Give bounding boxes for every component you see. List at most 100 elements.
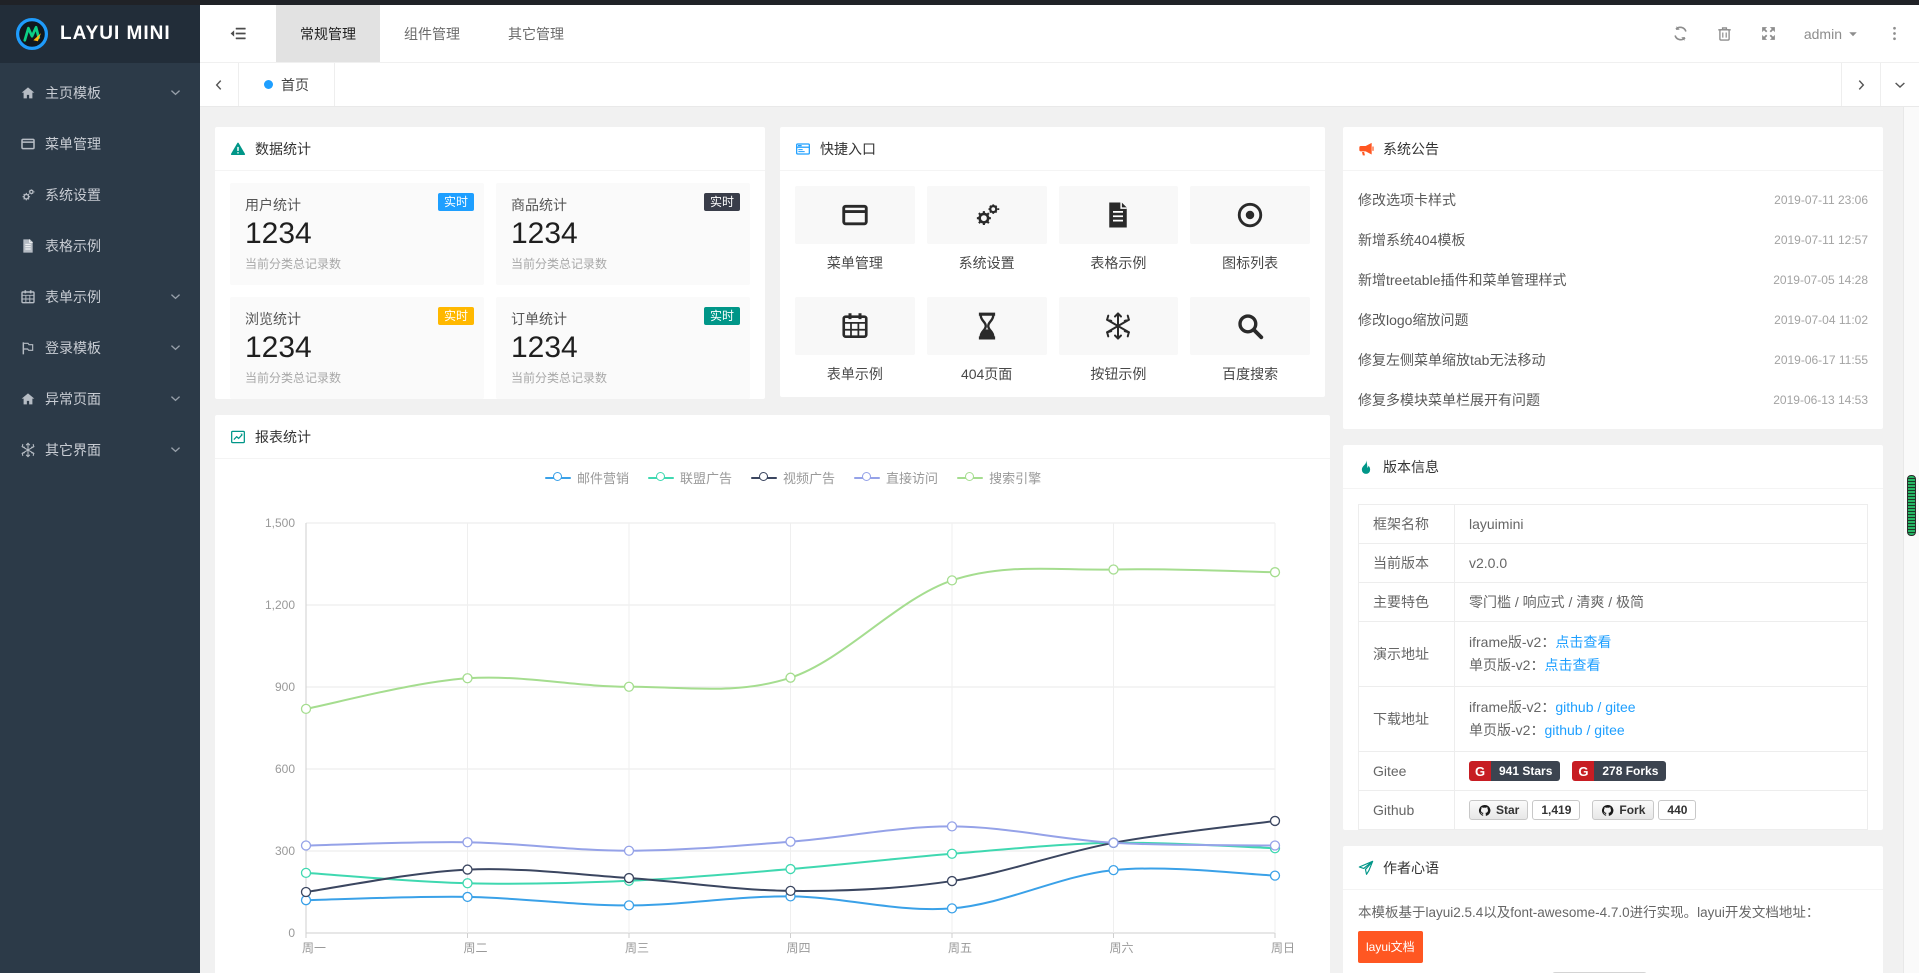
more-vertical-icon[interactable] bbox=[1886, 25, 1903, 42]
version-row-6: GiteeG941 StarsG278 Forks bbox=[1359, 752, 1868, 791]
version-link[interactable]: gitee bbox=[1605, 699, 1635, 715]
collapse-sidebar-button[interactable] bbox=[200, 5, 276, 62]
quick-entry-1[interactable]: 菜单管理 bbox=[795, 186, 915, 273]
announcement-row-5[interactable]: 修复左侧菜单缩放tab无法移动 2019-06-17 11:55 bbox=[1358, 340, 1868, 380]
legend-marker bbox=[648, 472, 674, 483]
announcement-title: 修复左侧菜单缩放tab无法移动 bbox=[1358, 350, 1545, 370]
stat-card-2[interactable]: 商品统计1234当前分类总记录数实时 bbox=[496, 183, 750, 285]
announcement-row-3[interactable]: 新增treetable插件和菜单管理样式2019-07-05 14:28 bbox=[1358, 260, 1868, 300]
announcement-time: 2019-06-17 11:55 bbox=[1774, 353, 1868, 367]
version-link[interactable]: github bbox=[1555, 699, 1593, 715]
sidebar-item-label: 异常页面 bbox=[45, 389, 169, 409]
quick-entry-icon-box bbox=[1059, 186, 1179, 244]
announcement-row-2[interactable]: 新增系统404模板2019-07-11 12:57 bbox=[1358, 220, 1868, 260]
sidebar-item-8[interactable]: 其它界面 bbox=[0, 424, 200, 475]
gitee-shield-badge[interactable]: G278 Forks bbox=[1572, 761, 1666, 781]
announcement-row-4[interactable]: 修改logo缩放问题2019-07-04 11:02 bbox=[1358, 300, 1868, 340]
tabs-menu-button[interactable] bbox=[1880, 63, 1919, 106]
svg-text:600: 600 bbox=[275, 762, 295, 776]
stat-card-3[interactable]: 浏览统计1234当前分类总记录数实时 bbox=[230, 297, 484, 399]
hourglass-icon bbox=[972, 311, 1002, 341]
version-row-3: 主要特色零门槛 / 响应式 / 清爽 / 极简 bbox=[1359, 583, 1868, 622]
sidebar-item-2[interactable]: 菜单管理 bbox=[0, 118, 200, 169]
warning-triangle-icon bbox=[230, 141, 246, 157]
svg-text:300: 300 bbox=[275, 844, 295, 858]
announcement-row-6[interactable]: 修复多模块菜单栏展开有问题2019-06-13 14:53 bbox=[1358, 380, 1868, 420]
version-link[interactable]: 点击查看 bbox=[1555, 634, 1611, 650]
page-tabbar: 首页 bbox=[200, 63, 1919, 107]
chevron-down-icon bbox=[169, 392, 182, 405]
sidebar-menu: 主页模板菜单管理系统设置表格示例表单示例登录模板异常页面其它界面 bbox=[0, 63, 200, 475]
quick-entry-icon-box bbox=[795, 186, 915, 244]
quick-entry-7[interactable]: 按钮示例 bbox=[1059, 297, 1179, 384]
version-link[interactable]: gitee bbox=[1594, 722, 1624, 738]
author-note-body: 本模板基于layui2.5.4以及font-awesome-4.7.0进行实现。… bbox=[1343, 890, 1883, 973]
quick-entry-5[interactable]: 表单示例 bbox=[795, 297, 915, 384]
github-fork-count[interactable]: 440 bbox=[1658, 800, 1696, 820]
stat-card-4[interactable]: 订单统计1234当前分类总记录数实时 bbox=[496, 297, 750, 399]
refresh-icon[interactable] bbox=[1672, 25, 1689, 42]
announcement-row-1[interactable]: 修改选项卡样式2019-07-11 23:06 bbox=[1358, 180, 1868, 220]
chevron-left-icon bbox=[212, 78, 226, 92]
fullscreen-icon[interactable] bbox=[1760, 25, 1777, 42]
svg-text:900: 900 bbox=[275, 680, 295, 694]
gitee-shield-badge[interactable]: G941 Stars bbox=[1469, 761, 1560, 781]
quick-entry-label: 系统设置 bbox=[927, 253, 1047, 273]
quick-entry-3[interactable]: 表格示例 bbox=[1059, 186, 1179, 273]
page-scrollbar-track[interactable] bbox=[1903, 107, 1919, 973]
version-line-prefix: iframe版-v2： bbox=[1469, 634, 1555, 650]
legend-item-4[interactable]: 直接访问 bbox=[854, 468, 938, 487]
file-icon bbox=[20, 238, 36, 254]
panel-report-chart: 报表统计 邮件营销联盟广告视频广告直接访问搜索引擎 03006009001,20… bbox=[215, 415, 1330, 973]
quick-entry-label: 表格示例 bbox=[1059, 253, 1179, 273]
right-column: 系统公告 修改选项卡样式2019-07-11 23:06新增系统404模板201… bbox=[1343, 127, 1883, 973]
legend-item-1[interactable]: 邮件营销 bbox=[545, 468, 629, 487]
announcement-time: 2019-07-11 23:06 bbox=[1774, 193, 1868, 207]
sidebar-item-3[interactable]: 系统设置 bbox=[0, 169, 200, 220]
svg-text:周三: 周三 bbox=[625, 941, 649, 955]
version-row-label: 下载地址 bbox=[1359, 687, 1455, 752]
quick-entry-8[interactable]: 百度搜索 bbox=[1190, 297, 1310, 384]
sidebar-item-label: 登录模板 bbox=[45, 338, 169, 358]
app-logo[interactable]: LAYUI MINI bbox=[0, 0, 200, 63]
legend-item-5[interactable]: 搜索引擎 bbox=[957, 468, 1041, 487]
quick-entry-4[interactable]: 图标列表 bbox=[1190, 186, 1310, 273]
collapse-menu-icon bbox=[229, 24, 248, 43]
clear-cache-trash-icon[interactable] bbox=[1716, 25, 1733, 42]
tabs-scroll-right-button[interactable] bbox=[1841, 63, 1880, 106]
sidebar-item-1[interactable]: 主页模板 bbox=[0, 67, 200, 118]
tab-home-label: 首页 bbox=[281, 75, 309, 95]
github-fork-button[interactable]: Fork bbox=[1592, 800, 1654, 820]
user-menu[interactable]: admin bbox=[1804, 26, 1859, 42]
github-star-button[interactable]: Star bbox=[1469, 800, 1528, 820]
layui-doc-badge[interactable]: layui文档 bbox=[1358, 931, 1423, 963]
announcement-title: 新增treetable插件和菜单管理样式 bbox=[1358, 270, 1566, 290]
stat-card-desc: 当前分类总记录数 bbox=[245, 369, 469, 386]
quick-grid: 菜单管理系统设置表格示例图标列表表单示例404页面按钮示例百度搜索 bbox=[780, 171, 1325, 399]
top-nav-tab-1[interactable]: 常规管理 bbox=[276, 5, 380, 62]
sidebar-item-4[interactable]: 表格示例 bbox=[0, 220, 200, 271]
top-nav-tab-3[interactable]: 其它管理 bbox=[484, 5, 588, 62]
quick-entry-icon-box bbox=[927, 297, 1047, 355]
stat-card-1[interactable]: 用户统计1234当前分类总记录数实时 bbox=[230, 183, 484, 285]
quick-entry-6[interactable]: 404页面 bbox=[927, 297, 1047, 384]
tab-home[interactable]: 首页 bbox=[239, 63, 335, 106]
page-scrollbar-thumb[interactable] bbox=[1907, 475, 1916, 536]
version-row-1: 框架名称layuimini bbox=[1359, 505, 1868, 544]
quick-entry-2[interactable]: 系统设置 bbox=[927, 186, 1047, 273]
sidebar-item-6[interactable]: 登录模板 bbox=[0, 322, 200, 373]
sidebar-item-7[interactable]: 异常页面 bbox=[0, 373, 200, 424]
quick-entry-label: 菜单管理 bbox=[795, 253, 915, 273]
version-link[interactable]: github bbox=[1544, 722, 1582, 738]
github-star-count[interactable]: 1,419 bbox=[1532, 800, 1580, 820]
snowflake-icon bbox=[20, 442, 36, 458]
legend-item-3[interactable]: 视频广告 bbox=[751, 468, 835, 487]
top-nav-tab-2[interactable]: 组件管理 bbox=[380, 5, 484, 62]
stat-card-value: 1234 bbox=[511, 216, 735, 252]
version-row-value: iframe版-v2：github / gitee单页版-v2：github /… bbox=[1455, 687, 1868, 752]
version-link[interactable]: 点击查看 bbox=[1544, 657, 1600, 673]
sidebar-item-5[interactable]: 表单示例 bbox=[0, 271, 200, 322]
tabs-scroll-left-button[interactable] bbox=[200, 63, 239, 106]
legend-item-2[interactable]: 联盟广告 bbox=[648, 468, 732, 487]
sidebar-item-label: 表单示例 bbox=[45, 287, 169, 307]
